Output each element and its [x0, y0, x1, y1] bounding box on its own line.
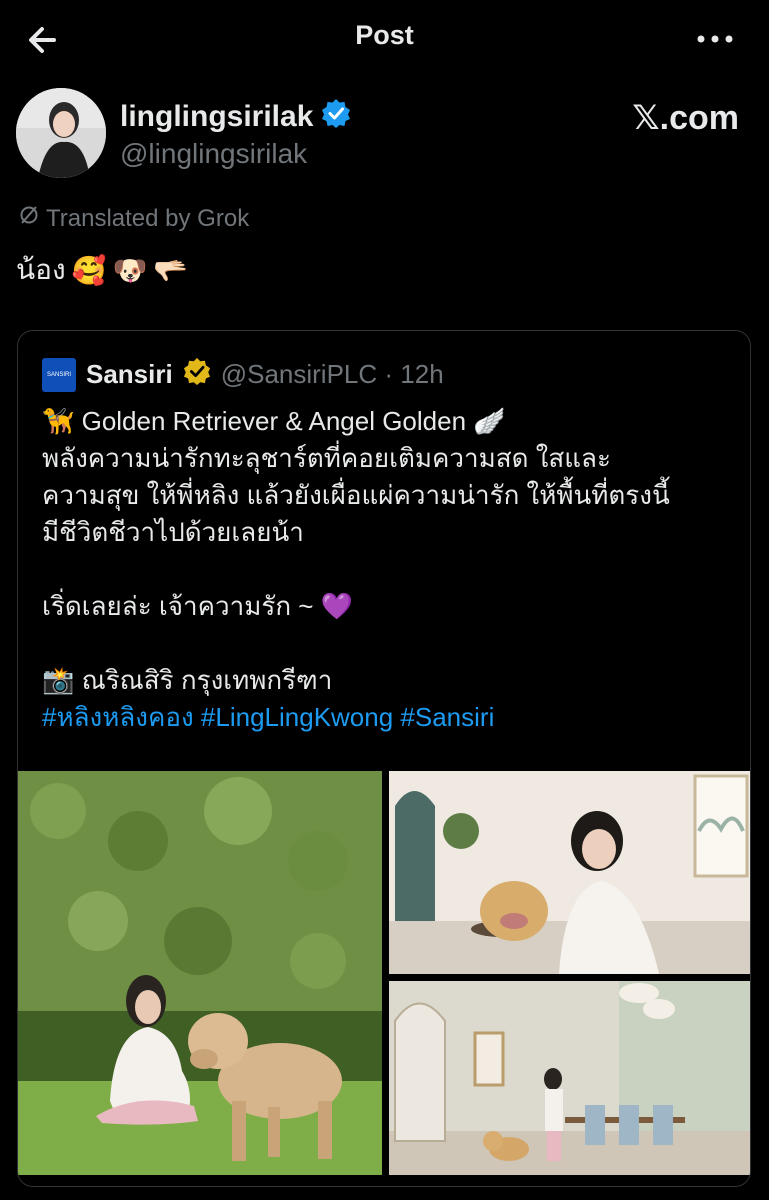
palm-down-hand-emoji: 🫳🏻: [153, 254, 189, 286]
quote-line: 🦮 Golden Retriever & Angel Golden 🪽: [42, 406, 506, 436]
photo-dining-room-dog[interactable]: [389, 981, 750, 1175]
quote-line: 📸 ณริณสิริ กรุงเทพกรีฑา: [42, 665, 333, 695]
quote-line-blank: [42, 625, 732, 662]
quoted-post-header: SANSIRI Sansiri @SansiriPLC · 12h: [42, 357, 444, 392]
quoted-post-body: 🦮 Golden Retriever & Angel Golden 🪽 พลัง…: [42, 403, 732, 736]
quote-line: มีชีวิตชีวาไปด้วยเลยน้า: [42, 517, 304, 547]
smiling-hearts-emoji: 🥰: [71, 254, 107, 286]
gold-verified-badge-icon: [183, 357, 211, 392]
sansiri-logo[interactable]: SANSIRI: [42, 357, 76, 392]
quoted-author-name[interactable]: Sansiri: [86, 359, 173, 390]
quoted-author-meta: @SansiriPLC · 12h: [220, 359, 444, 389]
media-grid: [18, 771, 750, 1175]
quote-line-blank: [42, 551, 732, 588]
quoted-post[interactable]: SANSIRI Sansiri @SansiriPLC · 12h 🦮 Gold…: [17, 330, 751, 1187]
quote-line: เริ่ดเลยล่ะ เจ้าความรัก ~ 💜: [42, 591, 354, 621]
avatar[interactable]: [16, 88, 106, 178]
post-text: น้อง 🥰 🐶 🫳🏻: [16, 248, 188, 292]
translation-label: Translated by Grok: [46, 204, 250, 232]
photo-living-room-dog[interactable]: [389, 771, 750, 974]
page-title: Post: [355, 20, 414, 50]
author-handle[interactable]: @linglingsirilak: [120, 138, 307, 170]
photo-garden-dog[interactable]: [18, 771, 382, 1175]
top-bar: Post: [0, 0, 769, 76]
dog-face-emoji: 🐶: [112, 254, 148, 286]
author-name-text: linglingsirilak: [120, 100, 314, 133]
source-label: 𝕏.com: [632, 99, 739, 137]
quote-line: พลังความน่ารักทะลุชาร์ตที่คอยเติมความสด …: [42, 443, 611, 473]
quote-line: ความสุข ให้พี่หลิง แล้วยังเผื่อแผ่ความน่…: [42, 480, 670, 510]
author-name[interactable]: linglingsirilak: [120, 98, 351, 136]
hashtag-links[interactable]: #หลิงหลิงคอง #LingLingKwong #Sansiri: [42, 699, 732, 736]
grok-translate-icon: [18, 204, 40, 233]
translation-notice[interactable]: Translated by Grok: [18, 204, 249, 233]
verified-badge-icon: [321, 98, 351, 136]
post-text-body: น้อง: [16, 254, 66, 285]
more-icon[interactable]: [695, 24, 735, 54]
sansiri-logo-text: SANSIRI: [46, 371, 71, 378]
